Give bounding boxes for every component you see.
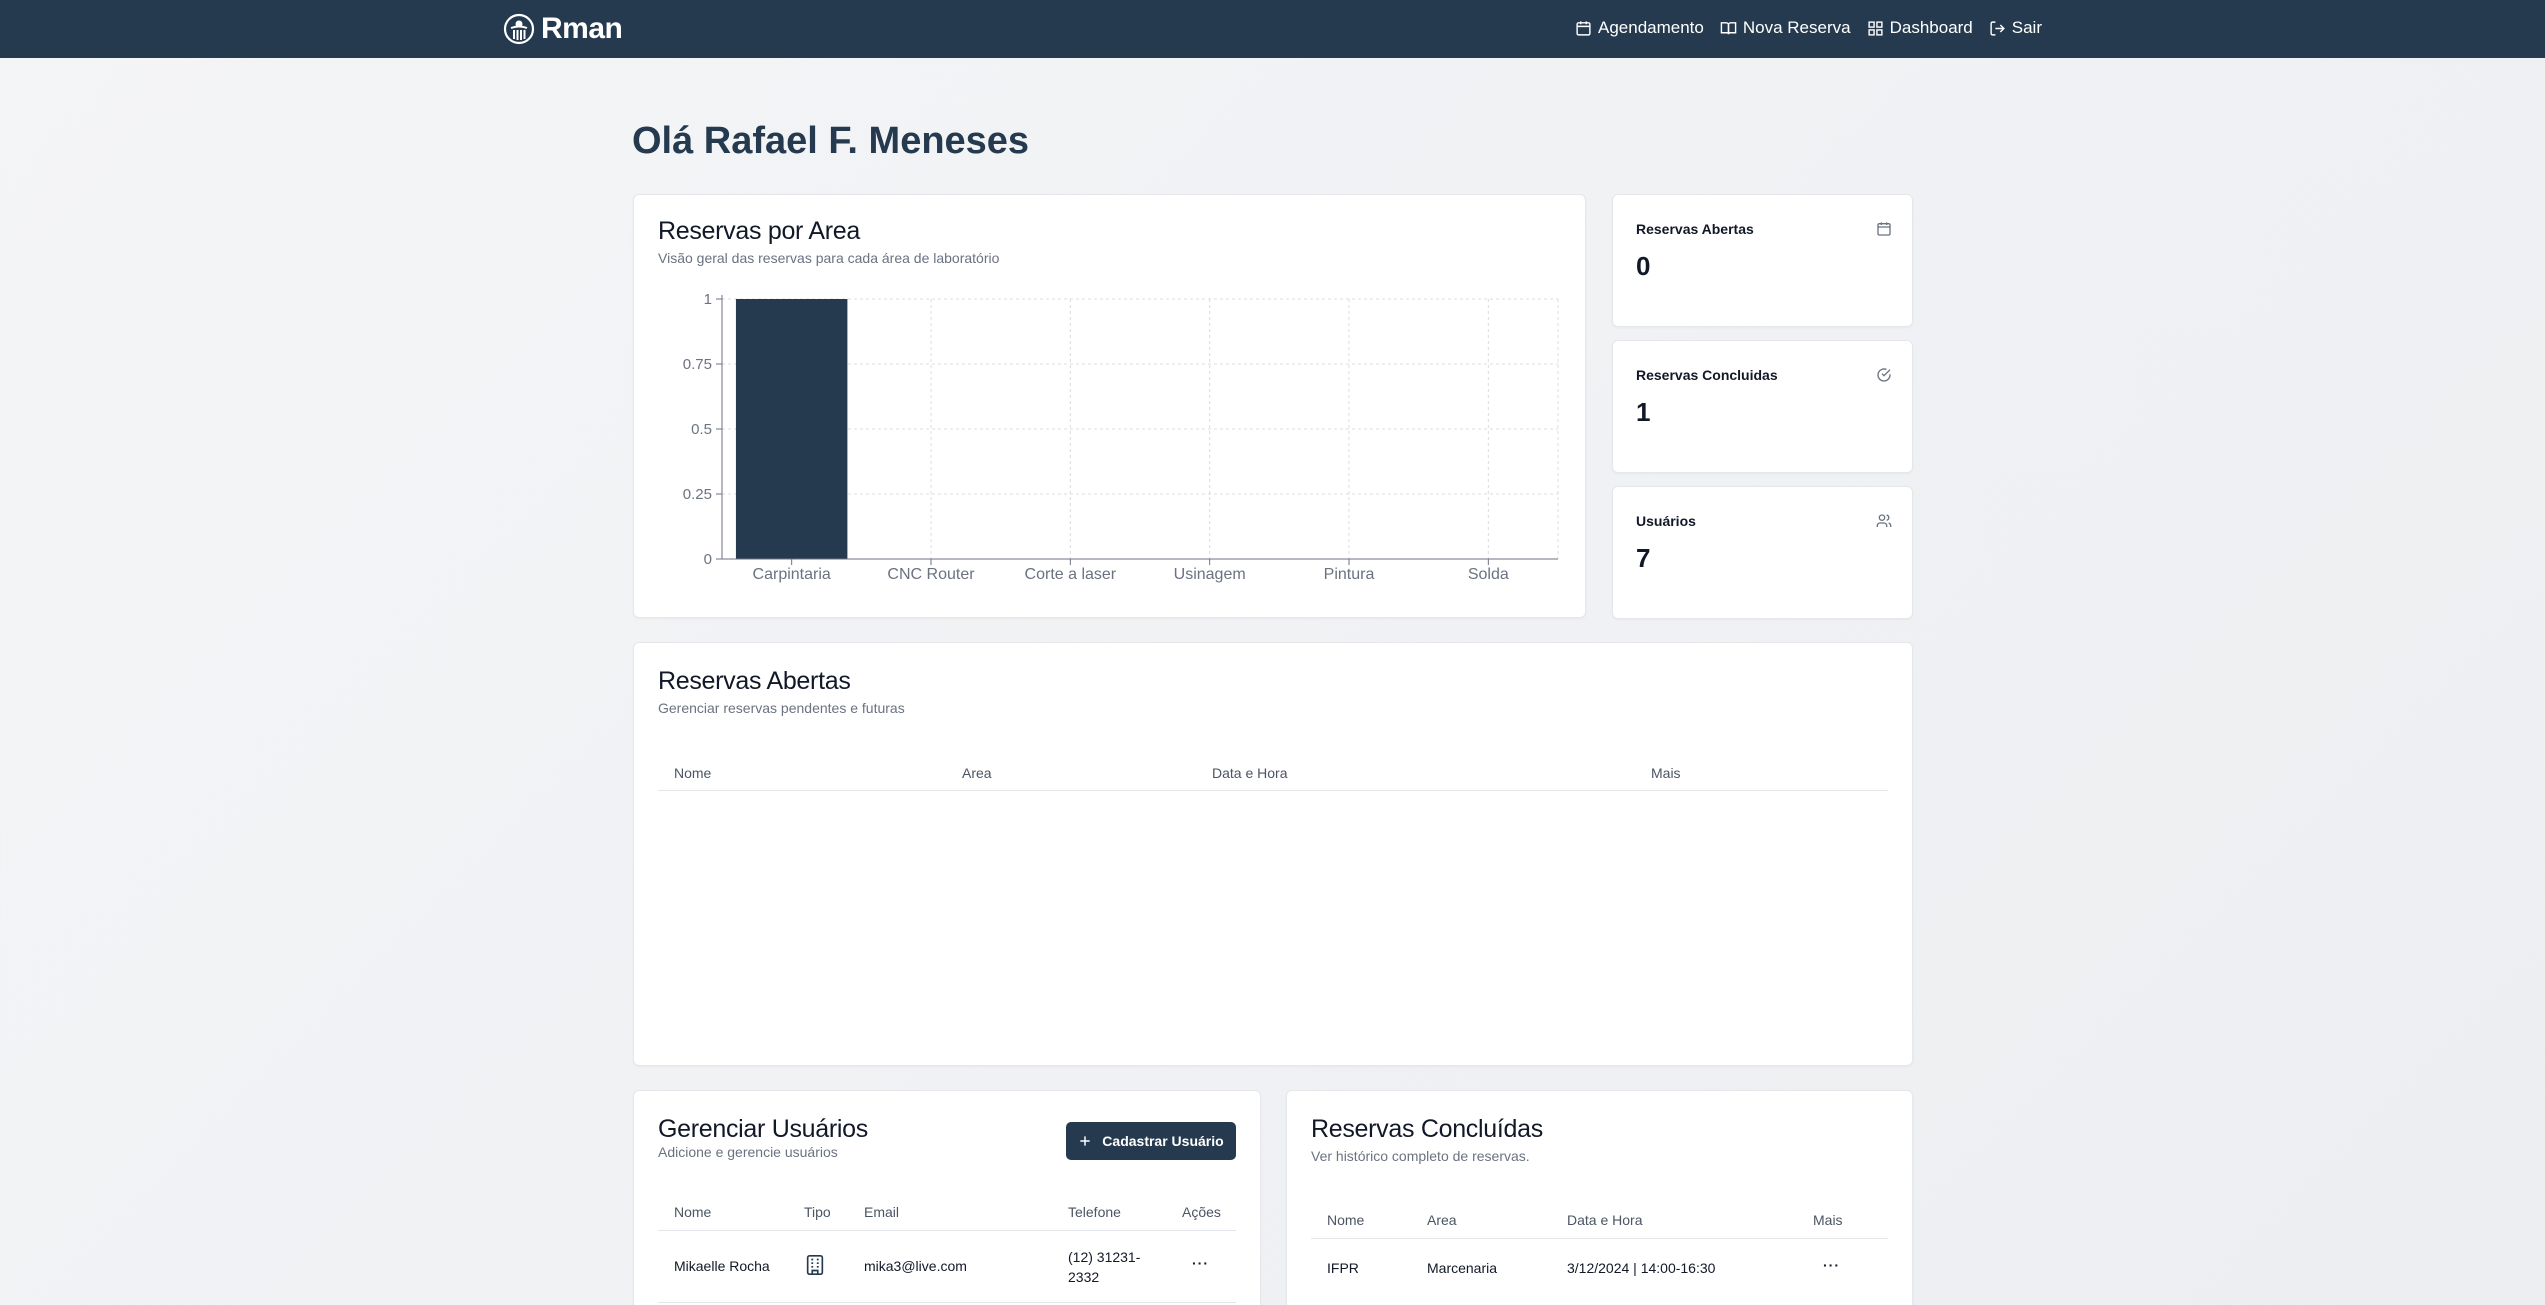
x-tick-label: Pintura: [1324, 566, 1375, 583]
brand-name: Rman: [541, 12, 623, 45]
nav-dashboard[interactable]: Dashboard: [1867, 18, 1973, 38]
column-header: Data e Hora: [1567, 1212, 1643, 1228]
stat-value: 1: [1636, 397, 1651, 427]
table-row[interactable]: IFPR Marcenaria 3/12/2024 | 14:00-16:30 …: [1311, 1239, 1888, 1299]
gerenciar-usuarios-card: Gerenciar Usuários Adicione e gerencie u…: [633, 1090, 1261, 1305]
stat-reservas-concluidas: Reservas Concluidas 1: [1612, 340, 1913, 473]
column-header: Nome: [1327, 1212, 1365, 1228]
reservation-datetime: 3/12/2024 | 14:00-16:30: [1567, 1260, 1716, 1276]
stat-value: 7: [1636, 543, 1651, 573]
users-table-header: Nome Tipo Email Telefone Ações: [658, 1195, 1236, 1231]
stat-usuarios: Usuários 7: [1612, 486, 1913, 619]
reservas-abertas-card: Reservas Abertas Gerenciar reservas pend…: [633, 642, 1913, 1066]
user-email: mika3@live.com: [864, 1258, 967, 1274]
nav-sair[interactable]: Sair: [1989, 18, 2042, 38]
reservation-area: Marcenaria: [1427, 1260, 1498, 1276]
nav-links: Agendamento Nova Reserva Dashboard Sair: [1575, 18, 2042, 38]
column-header: Mais: [1813, 1212, 1843, 1228]
rman-logo-icon: [503, 13, 535, 45]
users-icon: [1876, 514, 1892, 527]
y-tick-label: 0.25: [683, 486, 712, 503]
reservation-name: IFPR: [1327, 1260, 1359, 1276]
plus-icon: [1080, 1136, 1090, 1146]
column-header: Telefone: [1068, 1204, 1121, 1220]
stat-reservas-abertas: Reservas Abertas 0: [1612, 194, 1913, 327]
page-greeting: Olá Rafael F. Meneses: [632, 120, 1030, 162]
x-tick-label: Solda: [1468, 566, 1509, 583]
reservas-por-area-card: 0 0.25 0.5 0.75 1 Carpintaria CNC Router Corte …: [633, 194, 1586, 618]
done-card-title: Reservas Concluídas: [1311, 1115, 1543, 1143]
chart-card-title: Reservas por Area: [658, 217, 860, 245]
nav-nova-reserva-label: Nova Reserva: [1742, 18, 1851, 37]
column-header: Data e Hora: [1212, 765, 1288, 781]
building-icon: [806, 1255, 824, 1275]
open-card-subtitle: Gerenciar reservas pendentes e futuras: [658, 700, 905, 716]
stat-label: Reservas Abertas: [1636, 221, 1754, 237]
column-header: Nome: [674, 765, 712, 781]
column-header: Area: [962, 765, 992, 781]
stat-value: 0: [1636, 251, 1651, 281]
nav-agendamento[interactable]: Agendamento: [1575, 18, 1704, 38]
reservas-concluidas-card: Reservas Concluídas Ver histórico comple…: [1286, 1090, 1913, 1305]
check-circle-icon: [1877, 368, 1891, 382]
bar[interactable]: [735, 299, 848, 559]
add-user-label: Cadastrar Usuário: [1102, 1133, 1224, 1149]
x-tick-label: Corte a laser: [1025, 566, 1117, 583]
top-navbar: Rman Agendamento Nova Reserva Dashboard …: [0, 0, 2545, 58]
calendar-icon: [1576, 20, 1591, 36]
y-tick-label: 0: [704, 551, 712, 568]
column-header: Mais: [1651, 765, 1681, 781]
y-tick-label: 0.75: [683, 356, 712, 373]
y-tick-label: 0.5: [691, 421, 712, 438]
user-phone-line-2: 2332: [1068, 1269, 1100, 1285]
x-tick-label: Usinagem: [1174, 566, 1246, 583]
nav-dashboard-label: Dashboard: [1889, 18, 1973, 37]
stat-label: Usuários: [1636, 513, 1696, 529]
column-header: Email: [864, 1204, 900, 1220]
brand[interactable]: Rman: [503, 12, 623, 46]
calendar-icon: [1877, 222, 1891, 236]
stat-label: Reservas Concluidas: [1636, 367, 1778, 383]
nav-sair-label: Sair: [2011, 18, 2042, 37]
user-name: Mikaelle Rocha: [674, 1258, 770, 1274]
user-phone-line-1: (12) 31231-: [1068, 1249, 1141, 1265]
done-table-header: Nome Area Data e Hora Mais: [1311, 1203, 1888, 1239]
open-table-header: Nome Area Data e Hora Mais: [658, 755, 1888, 791]
column-header: Nome: [674, 1204, 712, 1220]
column-header: Tipo: [804, 1204, 831, 1220]
column-header: Ações: [1182, 1204, 1221, 1220]
column-header: Area: [1427, 1212, 1457, 1228]
row-more-button[interactable]: ···: [1823, 1257, 1840, 1273]
nav-agendamento-label: Agendamento: [1598, 18, 1704, 37]
chart-card-subtitle: Visão geral das reservas para cada área …: [658, 250, 1000, 266]
user-phone: (12) 31231- 2332: [1068, 1247, 1140, 1287]
y-tick-label: 1: [704, 291, 712, 308]
logout-icon: [1990, 20, 2005, 36]
row-actions-button[interactable]: ···: [1192, 1255, 1209, 1271]
x-tick-label: CNC Router: [887, 566, 975, 583]
open-card-title: Reservas Abertas: [658, 667, 851, 695]
table-row[interactable]: Mikaelle Rocha mika3@live.com (12) 31231…: [658, 1231, 1236, 1303]
x-tick-label: Carpintaria: [753, 566, 831, 583]
nav-nova-reserva[interactable]: Nova Reserva: [1720, 18, 1851, 38]
grid-icon: [1868, 20, 1883, 36]
book-open-icon: [1720, 21, 1737, 34]
cadastrar-usuario-button[interactable]: Cadastrar Usuário: [1066, 1122, 1236, 1160]
done-card-subtitle: Ver histórico completo de reservas.: [1311, 1148, 1530, 1164]
